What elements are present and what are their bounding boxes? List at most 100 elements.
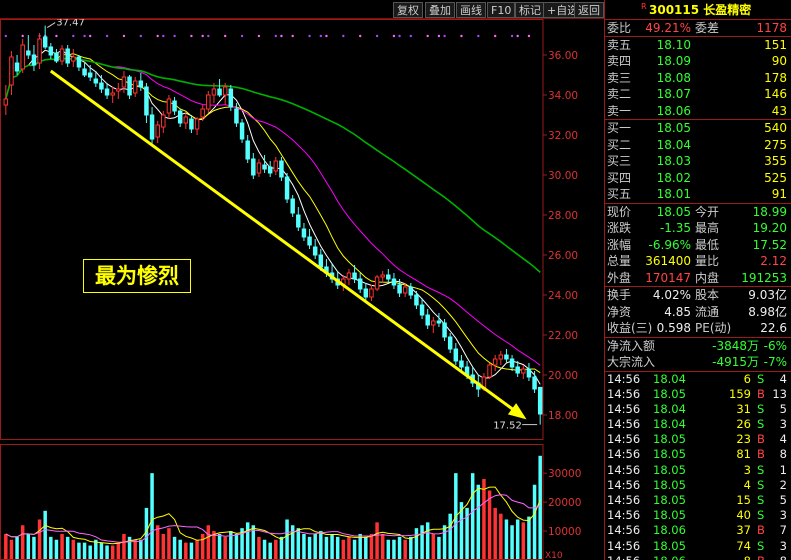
volume-bar xyxy=(88,545,92,559)
tick-count: 13 xyxy=(772,386,787,401)
toolbar-button-1[interactable]: 叠加 xyxy=(425,2,455,18)
volume-bar xyxy=(139,539,143,559)
tick-side: S xyxy=(757,538,765,553)
candle-body xyxy=(121,76,127,88)
tick-list: 14:56 18.04 6 S 4 14:56 18.05 159 B 13 14:56 18.04 3… xyxy=(605,372,791,560)
stat-row: 总量 361400 量比 2.12 xyxy=(605,253,791,270)
tick-time: 14:56 xyxy=(607,386,641,401)
volume-bar xyxy=(133,539,137,559)
candle-body xyxy=(127,76,132,96)
tick-volume: 31 xyxy=(736,401,751,416)
candle-body xyxy=(492,358,498,366)
candle-body xyxy=(206,94,211,110)
event-marker xyxy=(139,34,143,38)
event-marker xyxy=(460,34,463,38)
tick-count: 3 xyxy=(779,538,787,553)
ma-line-5 xyxy=(5,49,541,385)
y-tick-label: 26.00 xyxy=(548,250,578,262)
tick-volume: 81 xyxy=(736,447,751,462)
candle-body xyxy=(363,288,369,298)
bid-price: 18.01 xyxy=(656,187,691,201)
volume-bar xyxy=(307,536,312,559)
event-marker xyxy=(291,34,294,38)
candle-body xyxy=(402,286,408,294)
fund-flows: 净流入额 -3848万 -6% 大宗流入 -4915万 -7% xyxy=(605,338,791,372)
tick-count: 3 xyxy=(779,508,787,523)
ask-volume: 178 xyxy=(764,70,787,85)
volume-bar xyxy=(178,539,182,559)
candle-body xyxy=(526,368,532,378)
event-marker xyxy=(493,34,497,38)
event-marker xyxy=(510,34,514,38)
candle-body xyxy=(273,160,279,172)
candle-body xyxy=(431,320,436,326)
tick-count: 8 xyxy=(779,447,787,462)
stat-value: 361400 xyxy=(645,254,691,268)
candle-body xyxy=(189,118,194,130)
bid-volume: 525 xyxy=(764,170,787,185)
ask-level: 卖四 18.09 90 xyxy=(605,53,791,70)
volume-bar xyxy=(504,519,509,559)
min-price-label: 17.52 xyxy=(493,421,522,432)
volume-bar xyxy=(538,455,542,559)
event-marker xyxy=(156,34,159,38)
toolbar-button-4[interactable]: 标记 xyxy=(515,2,545,18)
tick-time: 14:56 xyxy=(607,538,641,553)
volume-bar xyxy=(296,528,301,559)
volume-bar xyxy=(302,533,306,559)
volume-bar xyxy=(352,539,357,559)
volume-bar xyxy=(49,536,53,559)
candle-body xyxy=(521,368,526,374)
tick-price: 18.05 xyxy=(653,462,686,477)
volume-bar xyxy=(43,510,47,559)
candle-body xyxy=(71,56,76,62)
event-marker xyxy=(257,34,261,38)
event-marker xyxy=(325,34,328,38)
volume-bar xyxy=(532,484,537,559)
toolbar-button-2[interactable]: 画线 xyxy=(456,2,486,18)
stat-row: 涨跌 -1.35 最高 19.20 xyxy=(605,220,791,237)
volume-bar xyxy=(347,536,351,559)
flow-pct: -6% xyxy=(763,338,787,353)
bid-price: 18.02 xyxy=(656,170,691,185)
candle-body xyxy=(352,272,357,280)
volume-bar xyxy=(470,473,475,559)
bid-label: 买五 xyxy=(607,187,632,201)
volume-bar xyxy=(442,525,447,559)
volume-bar xyxy=(268,542,272,559)
candle-body xyxy=(116,88,121,92)
bid-level: 买三 18.03 355 xyxy=(605,153,791,170)
event-marker xyxy=(105,34,109,38)
fund-value: 0.598 xyxy=(656,321,691,335)
event-marker xyxy=(190,34,193,38)
volume-bar xyxy=(319,531,323,559)
flow-label: 大宗流入 xyxy=(607,355,656,369)
tick-volume: 8 xyxy=(713,554,751,560)
tick-volume: 40 xyxy=(736,508,751,523)
volume-bar xyxy=(4,533,8,559)
bid-level: 买二 18.04 275 xyxy=(605,137,791,154)
volume-bar xyxy=(82,542,87,559)
toolbar-button-3[interactable]: F10 xyxy=(487,2,516,18)
tick-row: 14:56 18.05 4 S 2 xyxy=(605,478,791,493)
stat-label: 涨跌 xyxy=(607,221,632,235)
stat-label: 最低 xyxy=(695,237,720,252)
flow-value: -4915万 xyxy=(712,355,759,369)
volume-bar xyxy=(330,533,334,559)
ask-level: 卖五 18.10 151 xyxy=(605,37,791,54)
candle-body xyxy=(515,366,520,374)
bid-label: 买三 xyxy=(607,154,632,168)
volume-bar xyxy=(172,536,177,559)
candle-body xyxy=(279,160,284,178)
stat-label: 今开 xyxy=(695,204,720,219)
tick-count: 4 xyxy=(779,371,787,386)
tick-price: 18.06 xyxy=(653,523,686,538)
candle-body xyxy=(234,108,239,124)
y-tick-label: 28.00 xyxy=(548,210,578,222)
annotation-label: 最为惨烈 xyxy=(83,259,191,293)
volume-bar xyxy=(54,539,59,559)
toolbar-button-0[interactable]: 复权 xyxy=(393,2,423,18)
ask-level: 卖三 18.08 178 xyxy=(605,70,791,87)
toolbar-button-6[interactable]: 返回 xyxy=(574,2,604,18)
volume-bar xyxy=(60,533,64,559)
